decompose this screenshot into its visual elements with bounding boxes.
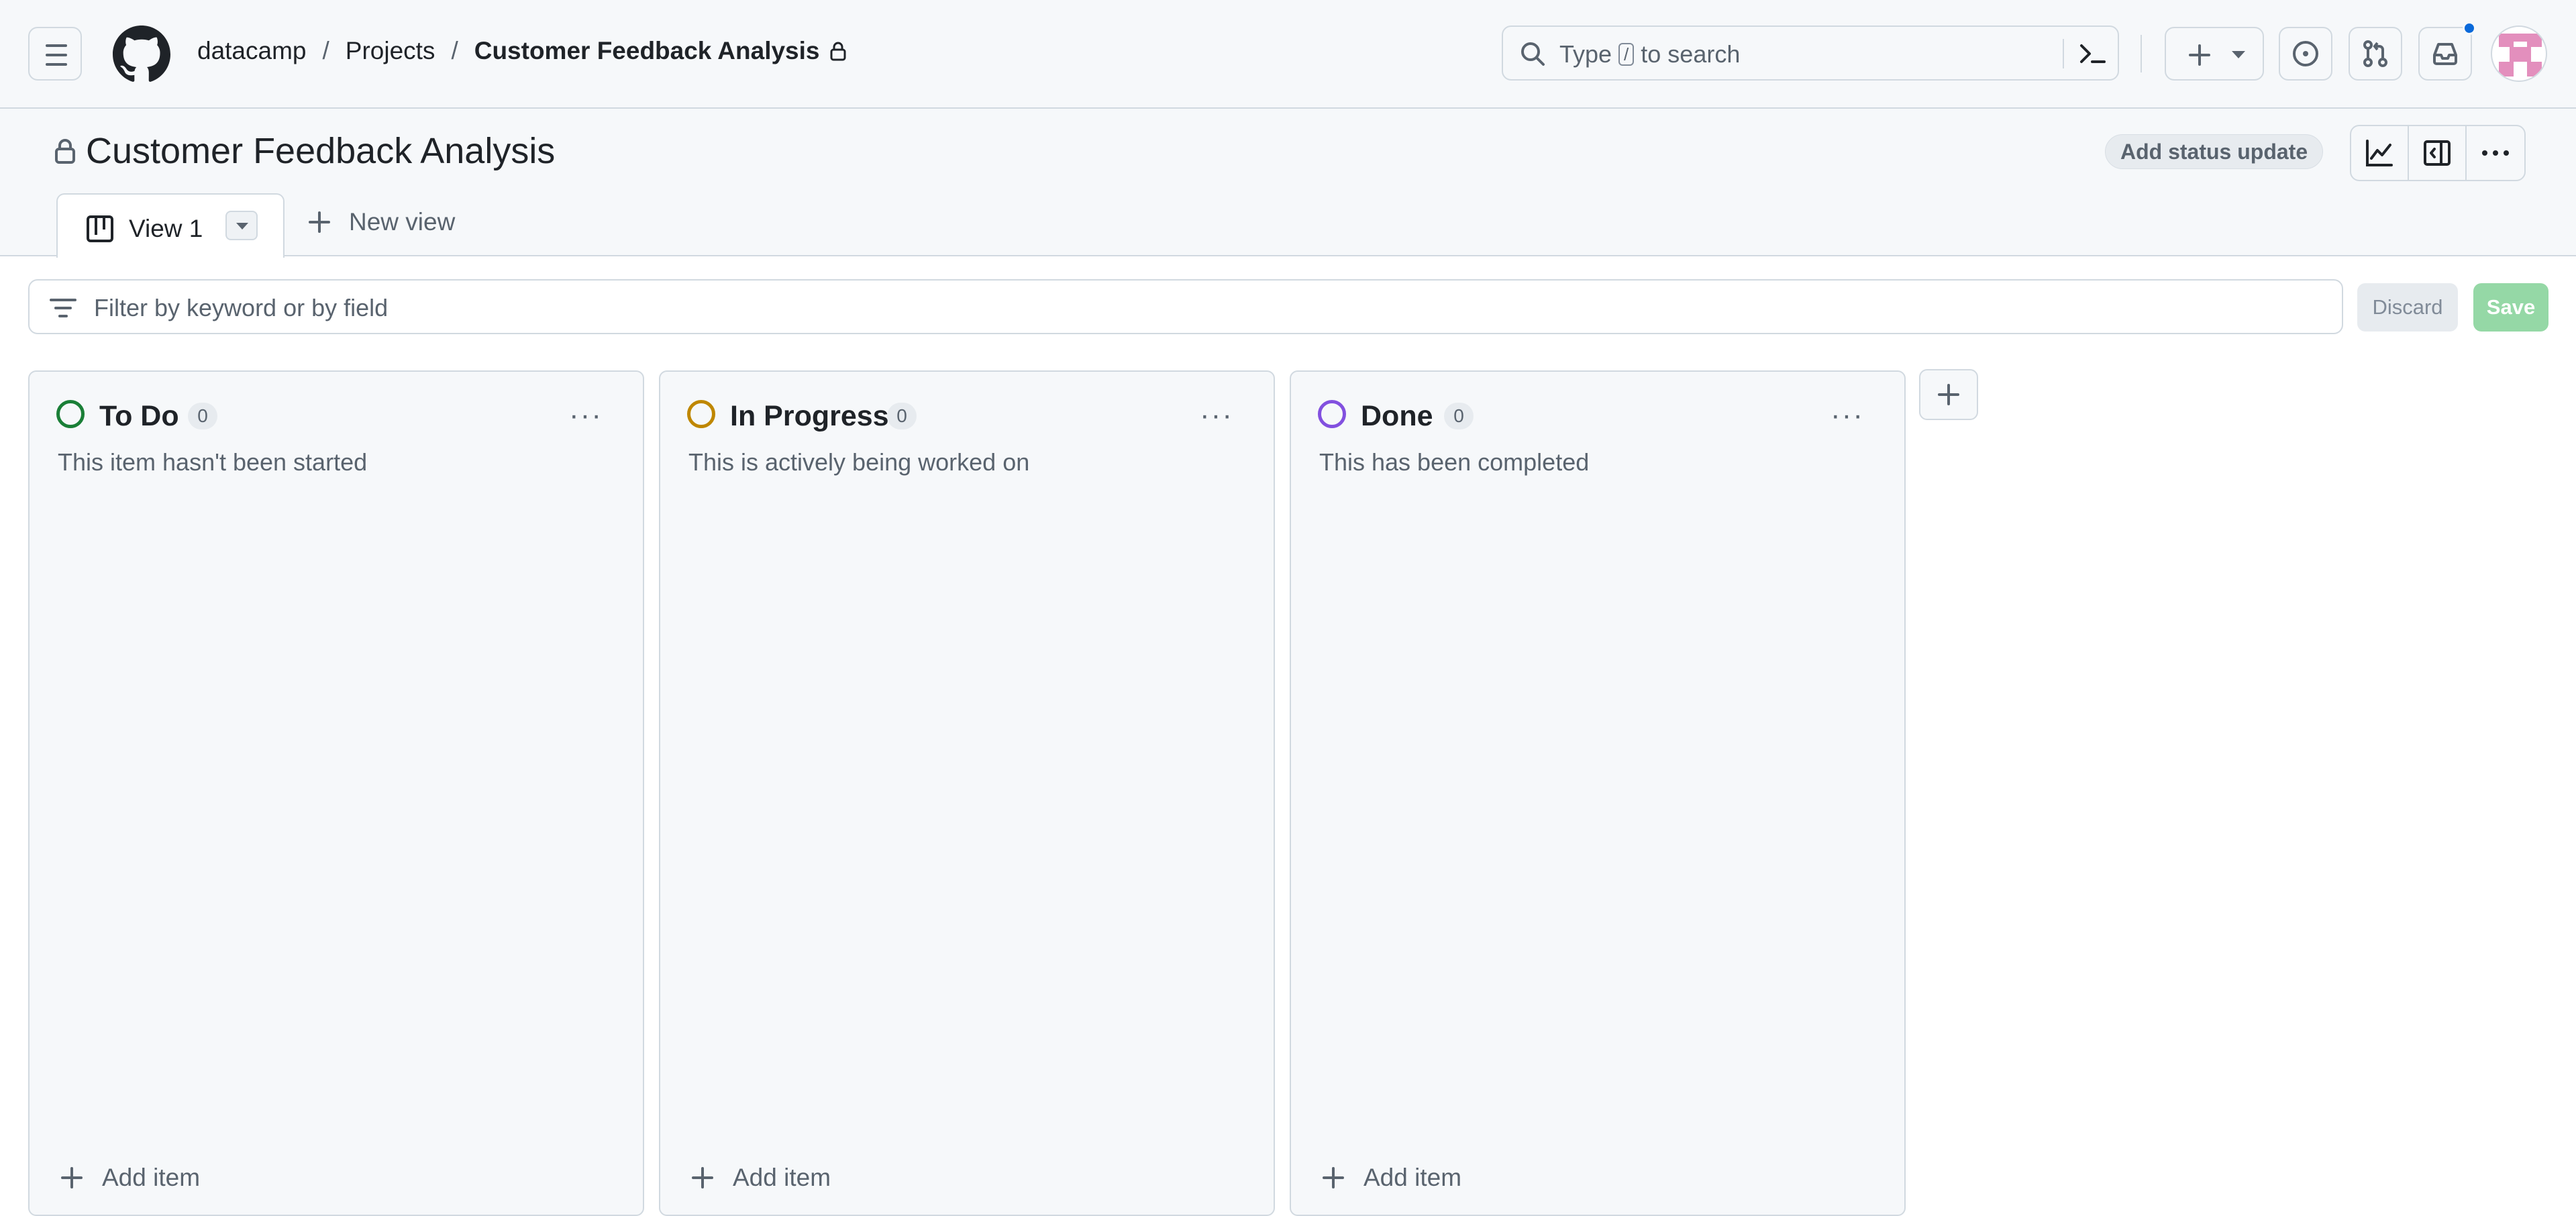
notification-dot — [2463, 21, 2476, 35]
more-options-button[interactable] — [2467, 126, 2524, 180]
project-header: Customer Feedback Analysis Add status up… — [0, 109, 2576, 258]
inbox-button[interactable] — [2418, 27, 2472, 81]
column-count-badge: 0 — [887, 403, 917, 429]
save-button[interactable]: Save — [2473, 283, 2548, 332]
chart-icon — [2366, 140, 2393, 166]
add-item-label: Add item — [733, 1164, 831, 1191]
toggle-sidebar-button[interactable] — [2409, 126, 2467, 180]
status-circle-icon — [1318, 400, 1346, 428]
board-column-done: Done 0 ··· This has been completed Add i… — [1290, 370, 1906, 1216]
search-placeholder: Type / to search — [1559, 40, 1741, 68]
inbox-icon — [2433, 43, 2457, 65]
discard-button[interactable]: Discard — [2357, 283, 2458, 332]
plus-icon — [692, 1167, 713, 1188]
board-column-in-progress: In Progress 0 ··· This is actively being… — [659, 370, 1275, 1216]
avatar[interactable] — [2491, 26, 2547, 82]
add-status-update-button[interactable]: Add status update — [2105, 134, 2324, 169]
breadcrumb-projects[interactable]: Projects — [346, 37, 435, 65]
pull-requests-button[interactable] — [2349, 27, 2402, 81]
plus-icon — [61, 1167, 83, 1188]
status-circle-icon — [56, 400, 85, 428]
plus-icon — [309, 211, 330, 233]
terminal-icon[interactable] — [2077, 40, 2107, 67]
view-options-dropdown[interactable] — [225, 211, 258, 240]
breadcrumb-current-project[interactable]: Customer Feedback Analysis — [474, 37, 820, 65]
add-item-button[interactable]: Add item — [1322, 1164, 1461, 1192]
search-input[interactable]: Type / to search — [1502, 26, 2119, 81]
column-title: To Do — [99, 400, 179, 432]
lock-icon — [55, 139, 75, 164]
sidebar-icon — [2424, 140, 2451, 166]
filter-icon — [50, 299, 76, 317]
new-view-label: New view — [349, 208, 456, 236]
menu-button[interactable] — [28, 27, 82, 81]
add-item-button[interactable]: Add item — [691, 1164, 831, 1192]
column-count-badge: 0 — [1444, 403, 1474, 429]
board-icon — [87, 215, 113, 242]
board-column-todo: To Do 0 ··· This item hasn't been starte… — [28, 370, 644, 1216]
kebab-icon — [2482, 150, 2509, 156]
search-icon — [1521, 42, 1545, 66]
chevron-down-icon — [2232, 51, 2245, 58]
tab-label: View 1 — [129, 215, 203, 242]
add-item-button[interactable]: Add item — [60, 1164, 200, 1192]
search-shortcut-key: / — [1618, 43, 1635, 66]
new-view-button[interactable]: New view — [307, 208, 455, 236]
breadcrumb-separator: / — [451, 37, 458, 64]
divider — [2141, 35, 2142, 72]
column-title: In Progress — [730, 400, 889, 432]
column-menu-button[interactable]: ··· — [569, 399, 603, 432]
page-title: Customer Feedback Analysis — [86, 131, 556, 171]
global-header: datacamp / Projects / Customer Feedback … — [0, 0, 2576, 109]
hamburger-icon — [46, 44, 67, 47]
avatar-identicon — [2499, 34, 2542, 77]
column-menu-button[interactable]: ··· — [1200, 399, 1233, 432]
breadcrumb-owner[interactable]: datacamp — [197, 37, 307, 65]
column-title: Done — [1361, 400, 1433, 432]
add-item-label: Add item — [102, 1164, 201, 1191]
pull-request-icon — [2363, 40, 2387, 67]
issues-button[interactable] — [2279, 27, 2332, 81]
filter-placeholder: Filter by keyword or by field — [94, 294, 389, 321]
status-circle-icon — [687, 400, 715, 428]
plus-icon — [1938, 384, 1959, 405]
page-title-row: Customer Feedback Analysis — [54, 130, 555, 172]
column-count-badge: 0 — [188, 403, 217, 429]
github-logo-icon[interactable] — [113, 26, 170, 83]
column-menu-button[interactable]: ··· — [1831, 399, 1864, 432]
divider — [2063, 39, 2064, 68]
plus-icon — [2189, 44, 2210, 66]
column-description: This has been completed — [1319, 448, 1590, 476]
column-description: This item hasn't been started — [58, 448, 368, 476]
add-column-button[interactable] — [1919, 369, 1978, 420]
add-item-label: Add item — [1363, 1164, 1462, 1191]
tab-view-1[interactable]: View 1 — [56, 193, 285, 258]
column-description: This is actively being worked on — [688, 448, 1030, 476]
breadcrumb: datacamp / Projects / Customer Feedback … — [197, 37, 847, 65]
plus-icon — [1323, 1167, 1344, 1188]
filter-input[interactable]: Filter by keyword or by field — [28, 279, 2343, 334]
issues-icon — [2293, 41, 2318, 66]
insights-button[interactable] — [2351, 126, 2409, 180]
create-new-button[interactable] — [2165, 27, 2264, 81]
project-actions — [2350, 125, 2526, 181]
breadcrumb-separator: / — [322, 37, 329, 64]
lock-icon — [830, 42, 845, 61]
